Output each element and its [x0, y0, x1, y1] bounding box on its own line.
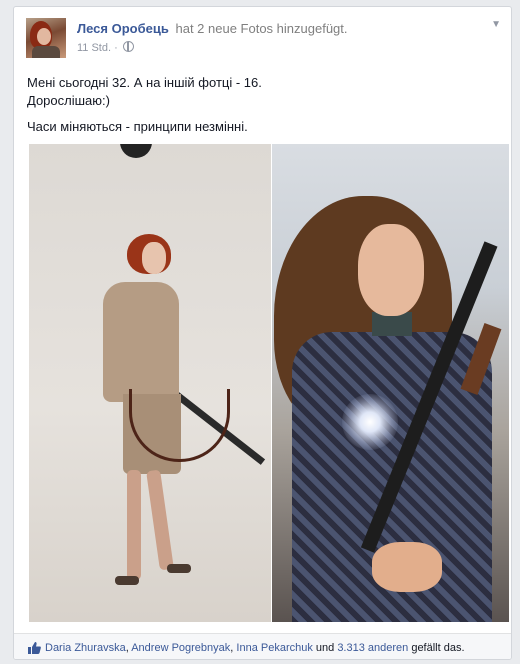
meta-separator: ·: [114, 42, 121, 54]
likes-conjunction: und: [312, 642, 338, 654]
avatar-body: [32, 46, 60, 58]
figure-shoe: [167, 564, 191, 573]
post-text-line: Дорослішаю:): [27, 93, 110, 108]
figure-shoe: [115, 576, 139, 585]
photo-2[interactable]: [272, 144, 509, 622]
camera-flash-flare: [342, 394, 398, 450]
avatar-face: [37, 28, 51, 45]
liker-link[interactable]: Inna Pekarchuk: [236, 642, 312, 654]
post-card: Леся Оробець hat 2 neue Fotos hinzugefüg…: [13, 6, 512, 660]
figure-face: [142, 242, 166, 274]
post-header: Леся Оробець hat 2 neue Fotos hinzugefüg…: [77, 21, 348, 36]
liker-link[interactable]: Daria Zhuravska: [45, 642, 126, 654]
thumbs-up-icon[interactable]: [28, 642, 41, 654]
chevron-down-icon[interactable]: ▼: [491, 19, 501, 30]
liker-link[interactable]: Andrew Pogrebnyak: [131, 642, 230, 654]
author-name[interactable]: Леся Оробець: [77, 21, 169, 36]
photo-1[interactable]: [29, 144, 271, 622]
figure-jacket: [103, 282, 179, 402]
post-action-text: hat 2 neue Fotos hinzugefügt.: [175, 21, 348, 36]
figure-hand: [372, 542, 442, 592]
likes-text: Daria Zhuravska, Andrew Pogrebnyak, Inna…: [45, 642, 465, 654]
studio-lamp: [120, 144, 152, 158]
author-avatar[interactable]: [26, 18, 66, 58]
likes-tail: gefällt das.: [408, 642, 465, 654]
likes-bar: Daria Zhuravska, Andrew Pogrebnyak, Inna…: [14, 633, 511, 659]
post-text: Мені сьогодні 32. А на іншій фотці - 16.…: [27, 74, 497, 136]
figure-face: [358, 224, 424, 316]
post-text-line: Мені сьогодні 32. А на іншій фотці - 16.: [27, 75, 262, 90]
post-text-line: Часи міняються - принципи незмінні.: [27, 119, 248, 134]
globe-icon[interactable]: [122, 41, 134, 52]
others-count-link[interactable]: 3.313 anderen: [337, 642, 408, 654]
figure-leg: [127, 470, 141, 580]
post-meta: 11 Std. ·: [77, 41, 134, 54]
figure-leg: [146, 469, 174, 571]
post-timestamp[interactable]: 11 Std.: [77, 42, 111, 54]
